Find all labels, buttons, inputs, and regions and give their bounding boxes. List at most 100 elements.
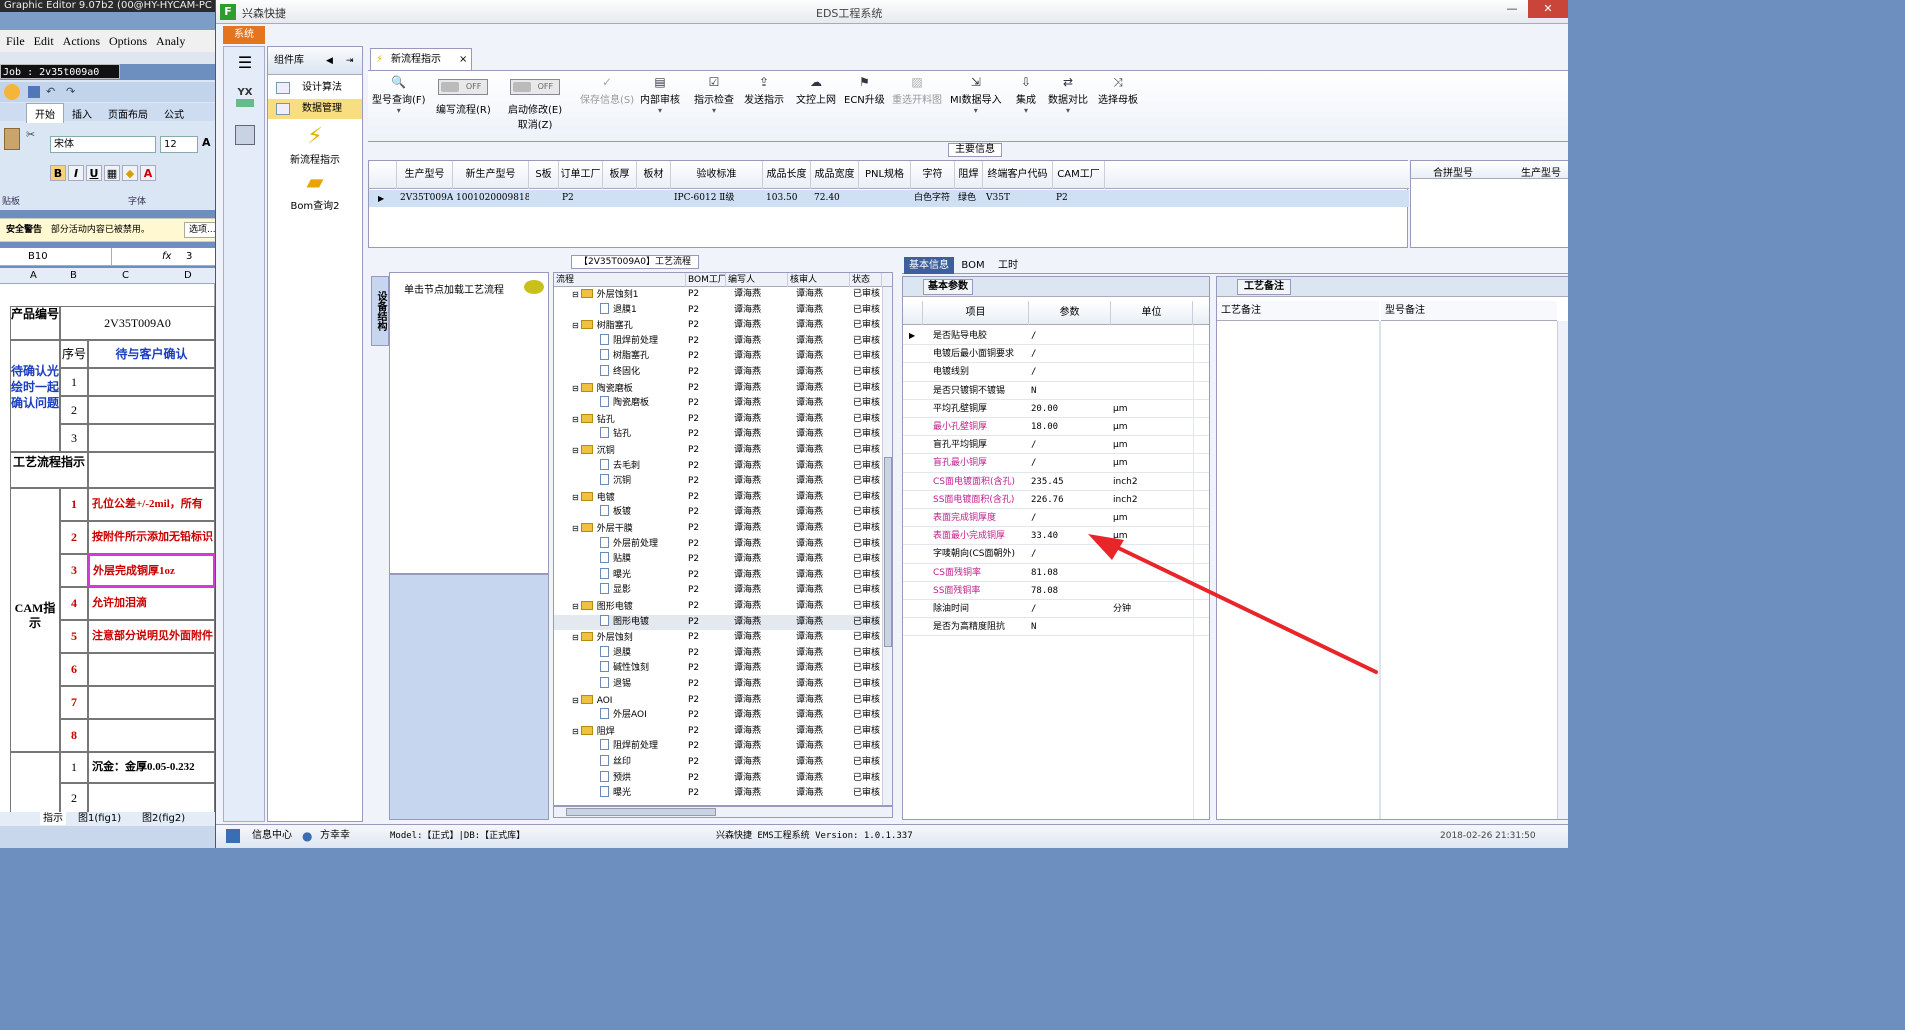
flow-tree-hscrollbar[interactable] — [553, 806, 893, 818]
italic-button[interactable]: I — [68, 165, 84, 181]
flow-tree-row[interactable]: 陶瓷磨板 P2 谭海燕 谭海燕 已审核 — [554, 396, 880, 412]
param-row[interactable]: 表面完成铜厚度 / μm — [903, 509, 1209, 528]
main-col-header[interactable]: 新生产型号 — [453, 161, 529, 189]
equipment-structure-tab[interactable]: 设备结构 — [371, 276, 389, 346]
close-button[interactable]: ✕ — [1528, 0, 1568, 18]
tab-work-hours[interactable]: 工时 — [992, 257, 1024, 274]
toggle-switch[interactable]: OFF — [438, 79, 489, 95]
tab-new-flow[interactable]: ⚡ 新流程指示 × — [370, 48, 472, 70]
windows-icon[interactable] — [226, 829, 240, 843]
flow-tree-row[interactable]: 显影 P2 谭海燕 谭海燕 已审核 — [554, 583, 880, 599]
param-row[interactable]: ▶ 是否贴导电胶 / — [903, 327, 1209, 346]
toolbar-button-12[interactable]: ⇄ 数据对比 ▾ — [1048, 75, 1088, 115]
main-col-header[interactable]: 验收标准 — [671, 161, 763, 189]
main-col-header[interactable]: CAM工厂 — [1053, 161, 1105, 189]
main-cell[interactable]: P2 — [559, 190, 603, 207]
cam-row-text[interactable]: 孔位公差+/-2mil，所有 — [88, 488, 215, 521]
flow-tree-row[interactable]: 退膜 P2 谭海燕 谭海燕 已审核 — [554, 645, 880, 662]
flow-tree-row[interactable]: 板镀 P2 谭海燕 谭海燕 已审核 — [554, 505, 880, 521]
toolbar-button-10[interactable]: ⇲ MI数据导入 ▾ — [950, 75, 1002, 115]
menu-analy[interactable]: Analy — [156, 34, 185, 49]
toolbar-button-2[interactable]: OFF 启动修改(E) 取消(Z) — [508, 75, 562, 131]
flow-tree-row[interactable]: ⊟ 阻焊 P2 谭海燕 谭海燕 已审核 — [554, 724, 880, 740]
cam-row-no[interactable]: 8 — [60, 719, 88, 752]
pin-icon[interactable]: ⇥ — [346, 47, 354, 75]
flow-col-header[interactable]: BOM工厂 — [686, 273, 726, 287]
main-info-row[interactable]: ▶ 2V35T009A010010200098181 P2 IPC-6012 Ⅱ级10… — [369, 190, 1409, 207]
toolbar-button-5[interactable]: ☑ 指示检查 ▾ — [694, 75, 734, 115]
expand-icon[interactable]: ⊟ — [572, 696, 579, 705]
chevron-down-icon[interactable]: ▾ — [694, 106, 734, 115]
pending-row-text[interactable] — [88, 396, 215, 424]
expand-icon[interactable]: ⊟ — [572, 384, 579, 393]
flow-tree-row[interactable]: 终固化 P2 谭海燕 谭海燕 已审核 — [554, 365, 880, 381]
main-col-header[interactable]: 生产型号 — [397, 161, 453, 189]
pending-row-text[interactable] — [88, 368, 215, 396]
bom-query-button[interactable]: ▰ Bom查询2 — [268, 169, 362, 212]
product-value-cell[interactable]: 2V35T009A0 — [60, 306, 215, 340]
params-col-value[interactable]: 参数 — [1029, 301, 1111, 325]
flow-col-header[interactable]: 流程 — [554, 273, 686, 287]
param-row[interactable]: 平均孔壁铜厚 20.00 μm — [903, 400, 1209, 418]
pending-row-no[interactable]: 3 — [60, 424, 88, 452]
excel-tab-insert[interactable]: 插入 — [64, 104, 100, 123]
flow-tree-row[interactable]: 沉铜 P2 谭海燕 谭海燕 已审核 — [554, 474, 880, 490]
expand-icon[interactable]: ⊟ — [572, 290, 579, 299]
main-col-header[interactable]: 成品宽度 — [811, 161, 859, 189]
flow-tree-row[interactable]: ⊟ 外层蚀刻 P2 谭海燕 谭海燕 已审核 — [554, 630, 880, 646]
flow-tree-row[interactable]: 阻焊前处理 P2 谭海燕 谭海燕 已审核 — [554, 739, 880, 755]
chevron-down-icon[interactable]: ▾ — [950, 106, 1002, 115]
main-cell[interactable]: 绿色 — [955, 190, 983, 207]
main-col-header[interactable]: 字符 — [911, 161, 955, 189]
pending-row-no[interactable]: 1 — [60, 368, 88, 396]
flow-tree-row[interactable]: ⊟ 外层蚀刻1 P2 谭海燕 谭海燕 已审核 — [554, 287, 880, 303]
flow-tree-row[interactable]: ⊟ 外层干膜 P2 谭海燕 谭海燕 已审核 — [554, 521, 880, 537]
toolbar-button-3[interactable]: ✓ 保存信息(S) — [580, 75, 634, 106]
font-name-select[interactable]: 宋体 — [50, 136, 156, 153]
expand-icon[interactable]: ⊟ — [572, 727, 579, 736]
main-cell[interactable]: 103.50 — [763, 190, 811, 207]
expand-icon[interactable]: ⊟ — [572, 415, 579, 424]
craft-notes-col[interactable]: 工艺备注 — [1217, 301, 1379, 321]
cam-row-no[interactable]: 7 — [60, 686, 88, 719]
cam-row-no[interactable]: 2 — [60, 521, 88, 554]
cam-row-no[interactable]: 3 — [60, 554, 88, 587]
system-button[interactable]: 系统 — [223, 26, 265, 44]
main-cell[interactable]: P2 — [1053, 190, 1105, 207]
flow-tree-scrollbar[interactable] — [882, 287, 892, 805]
menu-options[interactable]: Options — [109, 34, 147, 49]
toolbar-button-8[interactable]: ⚑ ECN升级 — [844, 75, 885, 106]
flow-tree-row[interactable]: 丝印 P2 谭海燕 谭海燕 已审核 — [554, 755, 880, 771]
col-header-c[interactable]: C — [122, 268, 129, 283]
flow-tree-row[interactable]: 外层AOI P2 谭海燕 谭海燕 已审核 — [554, 708, 880, 724]
merge-production-col[interactable]: 生产型号 — [1521, 164, 1561, 179]
expand-icon[interactable]: ⊟ — [572, 602, 579, 611]
formula-value[interactable]: 3 — [186, 248, 192, 265]
tab-close-icon[interactable]: × — [459, 49, 467, 71]
param-value[interactable]: / — [1031, 436, 1111, 454]
font-size-select[interactable]: 12 — [160, 136, 198, 153]
main-cell[interactable]: 白色字符 — [911, 190, 955, 207]
cam-row-no[interactable]: 5 — [60, 620, 88, 653]
save-icon[interactable] — [28, 86, 40, 98]
chevron-down-icon[interactable]: ▾ — [1016, 106, 1036, 115]
main-col-header[interactable]: S板 — [529, 161, 559, 189]
cam-row-text[interactable] — [88, 719, 215, 752]
extra-row-no[interactable]: 1 — [60, 752, 88, 783]
main-cell[interactable]: IPC-6012 Ⅱ级 — [671, 190, 763, 207]
fx-icon[interactable]: fx — [162, 248, 171, 265]
cam-row-text[interactable]: 按附件所示添加无铅标识 — [88, 521, 215, 554]
flow-tree-row[interactable]: ⊟ 钻孔 P2 谭海燕 谭海燕 已审核 — [554, 412, 880, 428]
cam-row-no[interactable]: 1 — [60, 488, 88, 521]
office-button-icon[interactable] — [4, 84, 20, 100]
col-header-a[interactable]: A — [30, 268, 37, 283]
cam-row-text[interactable]: 外层完成铜厚1oz — [88, 554, 215, 587]
param-value[interactable]: 18.00 — [1031, 418, 1111, 436]
toggle-switch[interactable]: OFF — [510, 79, 561, 95]
process-label-cell[interactable]: 工艺流程指示 — [10, 452, 88, 488]
excel-tab-home[interactable]: 开始 — [26, 103, 64, 123]
product-label-cell[interactable]: 产品编号 — [10, 306, 60, 340]
expand-icon[interactable]: ⊟ — [572, 321, 579, 330]
extra-row-text[interactable] — [88, 783, 215, 814]
component-item-design[interactable]: 设计算法 — [268, 78, 362, 98]
